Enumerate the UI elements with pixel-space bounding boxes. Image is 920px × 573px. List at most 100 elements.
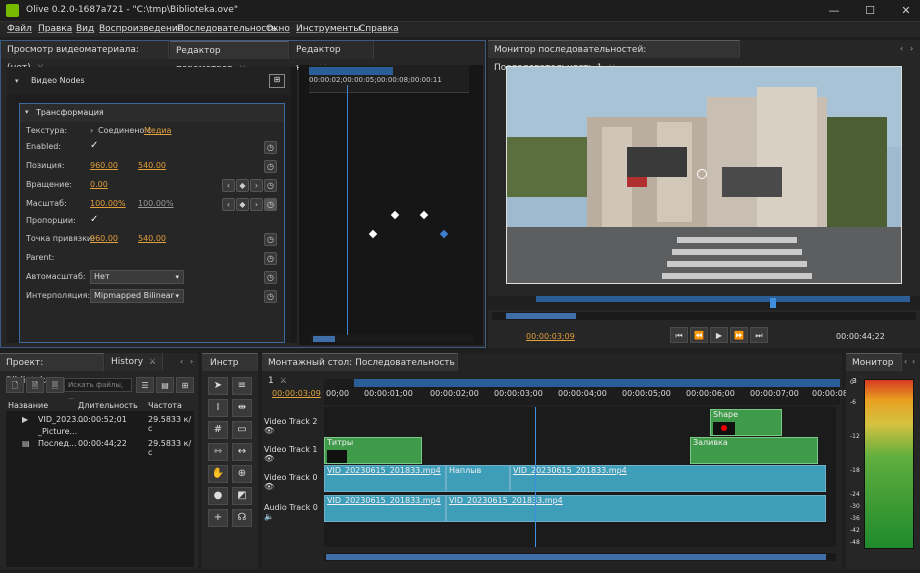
table-row[interactable]: ▶ VID_2023... 00:00:52;01 29.5833 к/с [6,413,194,433]
scroll-right-icon[interactable]: › [190,357,193,366]
keyframe-marker[interactable] [368,229,378,239]
fast-forward-button[interactable]: ⏩ [730,327,748,343]
close-icon[interactable]: ✕ [898,4,914,18]
scroll-thumb[interactable] [326,554,826,560]
razor-tool-icon[interactable]: # [208,421,228,439]
clip-titles[interactable]: Титры [324,437,422,464]
tab-sequence-monitor[interactable]: Монитор последовательностей: Последовате… [488,40,740,73]
eye-icon[interactable]: 👁 [264,482,274,491]
keyframe-marker[interactable] [419,210,429,220]
clip-audio-1[interactable]: VID_20230615_201833.mp4 [324,495,446,522]
slide-tool-icon[interactable]: ⇿ [208,443,228,461]
menu-tools[interactable]: Инструменты [296,24,360,34]
position-y[interactable]: 540.00 [138,161,166,170]
track-header[interactable]: Video Track 2 👁 [262,417,322,435]
tab-history[interactable]: History ⚔ [105,353,163,371]
playhead[interactable] [347,85,348,341]
clip-fill[interactable]: Заливка [690,437,818,464]
eye-icon[interactable]: 👁 [264,426,274,435]
add-node-icon[interactable]: ⊞ [269,74,285,88]
anchor-y[interactable]: 540.00 [138,234,166,243]
eye-icon[interactable]: 👁 [264,454,274,463]
autoscale-select[interactable]: Нет ▾ [90,270,184,284]
keyframe-toggle-icon[interactable]: ◷ [264,271,277,284]
tab-audio-monitor[interactable]: Монитор з [846,353,902,386]
rewind-button[interactable]: ⏪ [690,327,708,343]
prev-keyframe-icon[interactable]: ‹ [222,179,235,192]
add-keyframe-icon[interactable]: ◆ [236,198,249,211]
timeline-timecode[interactable]: 00:00:03;09 [272,389,321,398]
edit-tool-icon[interactable]: ≡ [232,377,252,395]
keyframe-toggle-icon[interactable]: ◷ [264,198,277,211]
tab-tools[interactable]: Инстр [202,353,258,371]
clip-video-2[interactable]: VID_20230615_201833.mp4 [510,465,826,492]
texture-link[interactable]: Медиа [144,126,171,135]
collapse-icon[interactable]: ▾ [25,108,29,116]
keyframe-toggle-icon[interactable]: ◷ [264,160,277,173]
position-x[interactable]: 960.00 [90,161,118,170]
maximize-icon[interactable]: ☐ [862,4,878,18]
headphones-icon[interactable]: ☊ [232,509,252,527]
param-scrollbar[interactable] [291,67,297,343]
clip-audio-2[interactable]: VID_20230615_201833.mp4 [446,495,826,522]
scroll-right-icon[interactable]: › [912,357,915,366]
open-file-icon[interactable]: 🗎 [26,377,44,393]
video-preview[interactable] [506,66,902,284]
next-keyframe-icon[interactable]: › [250,198,263,211]
monitor-hscroll[interactable] [492,312,916,320]
tab-node-editor[interactable]: Редактор нод⚔ [290,41,374,73]
search-input[interactable]: Искать файлы, ... [64,378,132,401]
speaker-icon[interactable]: 🔈 [264,512,274,521]
tab-timeline[interactable]: Монтажный стол: Последовательность 1 ⚔ [262,353,458,386]
save-file-icon[interactable]: 🗏 [46,377,64,393]
menu-sequence[interactable]: Последовательность [177,24,277,34]
add-keyframe-icon[interactable]: ◆ [236,179,249,192]
column-rate[interactable]: Частота [148,401,182,410]
add-tool-icon[interactable]: + [208,509,228,527]
keyframe-marker[interactable] [439,229,449,239]
scroll-right-icon[interactable]: › [910,44,913,53]
group-header[interactable]: ▾ Трансформация [20,104,284,122]
menu-help[interactable]: Справка [359,24,399,34]
menu-playback[interactable]: Воспроизведение [99,24,183,34]
menu-file[interactable]: Файл [7,24,32,34]
clip-video-1[interactable]: VID_20230615_201833.mp4 [324,465,446,492]
tab-project[interactable]: Проект: Biblioteka⚔ [0,353,104,386]
record-tool-icon[interactable]: ● [208,487,228,505]
menu-view[interactable]: Вид [76,24,94,34]
scroll-left-icon[interactable]: ‹ [904,357,907,366]
keyframe-ruler[interactable]: 00:00:02;00:00:05;00:00:08;00:00:11 [309,65,469,93]
clip-crossfade[interactable]: Наплыв [446,465,510,492]
monitor-ruler[interactable] [488,296,920,310]
prev-keyframe-icon[interactable]: ‹ [222,198,235,211]
icon-view-icon[interactable]: ⊞ [176,377,194,393]
new-file-icon[interactable]: 🗋 [6,377,24,393]
table-row[interactable]: _Picture... [6,425,194,437]
collapse-icon[interactable]: ▾ [15,77,19,85]
proportions-checkbox[interactable]: ✓ [90,214,98,225]
clip-shape[interactable]: Shape [710,409,782,436]
rolling-tool-icon[interactable]: ⇹ [232,399,252,417]
keyframe-toggle-icon[interactable]: ◷ [264,290,277,303]
scale-y[interactable]: 100.00% [138,199,174,208]
column-duration[interactable]: Длительность [78,401,138,410]
pin-icon[interactable]: ⚔ [280,376,287,385]
minimize-icon[interactable]: — [826,4,842,18]
next-keyframe-icon[interactable]: › [250,179,263,192]
track-select-icon[interactable]: ↔ [232,443,252,461]
table-row[interactable]: ▤ Послед... 00:00:44;22 29.5833 к/с [6,437,194,457]
current-timecode[interactable]: 00:00:03;09 [526,332,575,341]
playhead[interactable] [535,407,536,547]
list-view-icon[interactable]: ☰ [136,377,154,393]
timeline-ruler[interactable]: 00;00 00:00:01;00 00:00:02;00 00:00:03;0… [324,379,856,405]
scroll-left-icon[interactable]: ‹ [900,44,903,53]
ripple-tool-icon[interactable]: Ⅰ [208,399,228,417]
track-header[interactable]: Video Track 1 👁 [262,445,322,463]
menu-window[interactable]: Окно [266,24,290,34]
column-name[interactable]: Название [8,401,48,410]
slip-tool-icon[interactable]: ▭ [232,421,252,439]
interp-select[interactable]: Mipmapped Bilinear ▾ [90,289,184,303]
scroll-thumb[interactable] [313,336,335,342]
go-to-end-button[interactable]: ⏭ [750,327,768,343]
anchor-x[interactable]: 960.00 [90,234,118,243]
